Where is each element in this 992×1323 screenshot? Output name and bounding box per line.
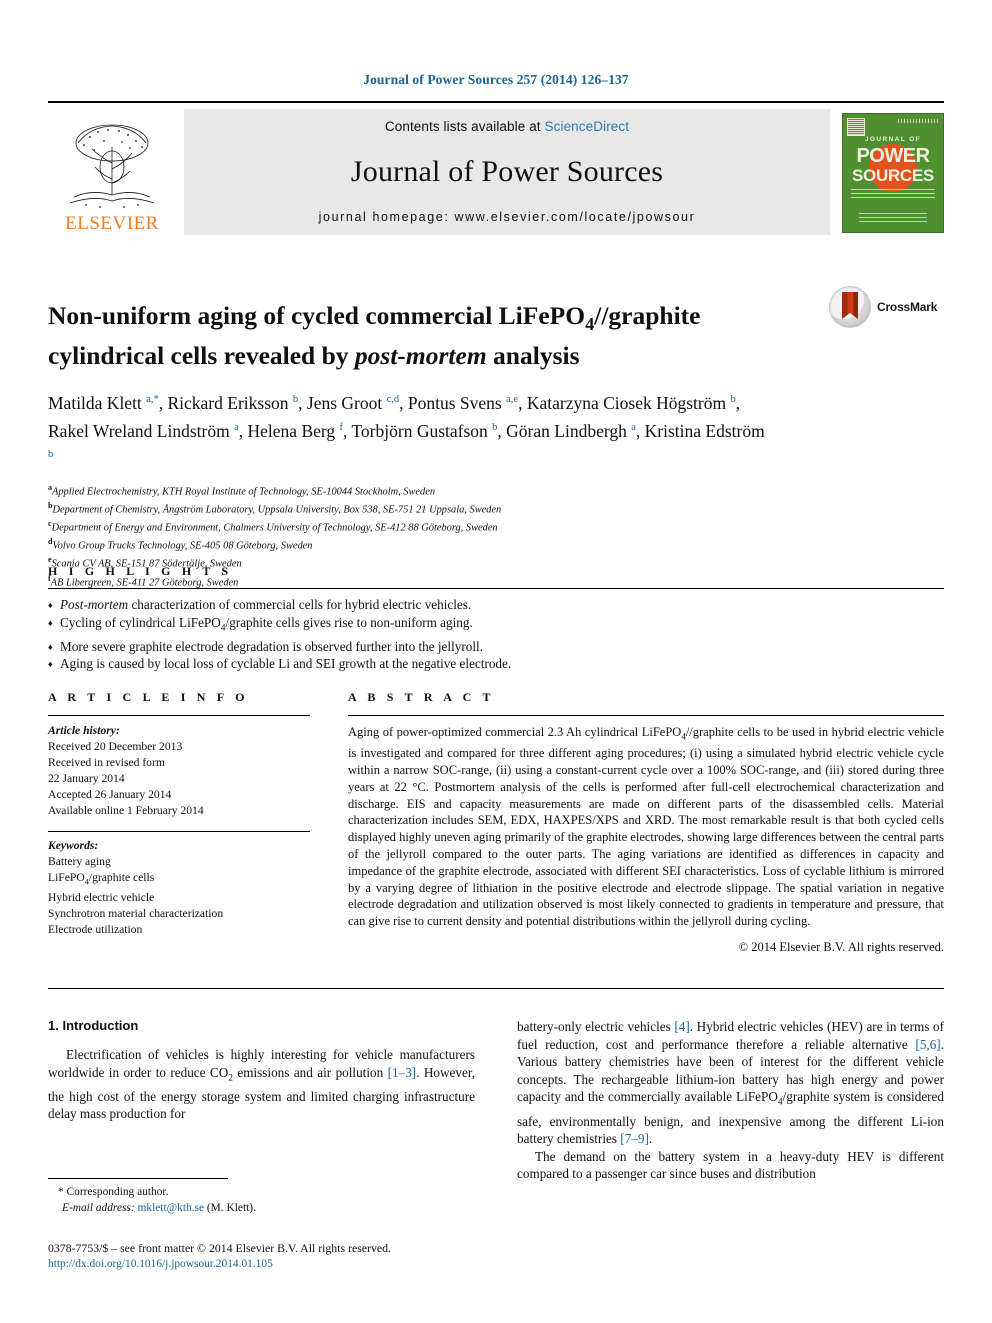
article-history-label: Article history:: [48, 724, 120, 737]
highlight-item: Aging is caused by local loss of cyclabl…: [48, 655, 944, 673]
footnote-block: * Corresponding author. E-mail address: …: [48, 1185, 475, 1216]
email-link[interactable]: mklett@kth.se: [138, 1202, 205, 1214]
masthead-center-panel: Contents lists available at ScienceDirec…: [184, 109, 830, 235]
cover-line-1: JOURNAL OF: [864, 136, 922, 143]
keywords-divider: [48, 831, 310, 832]
keyword-item: LiFePO4/graphite cells: [48, 871, 155, 887]
cover-barcode: [898, 119, 940, 123]
article-page: Journal of Power Sources 257 (2014) 126–…: [0, 0, 992, 1323]
intro-paragraph-left: Electrification of vehicles is highly in…: [48, 1047, 475, 1122]
article-info-label: A R T I C L E I N F O: [48, 690, 249, 704]
keyword-item: Synchrotron material characterization: [48, 907, 224, 921]
article-history-line: Received 20 December 2013: [48, 740, 183, 753]
highlight-item: More severe graphite electrode degradati…: [48, 638, 944, 656]
journal-cover-thumbnail: JOURNAL OF POWER SOURCES: [840, 109, 944, 235]
keyword-item: Battery aging: [48, 855, 111, 868]
body-column-left: 1. Introduction Electrification of vehic…: [48, 1018, 475, 1183]
page-title: Non-uniform aging of cycled commercial L…: [48, 300, 808, 371]
author-list: Matilda Klett a,*, Rickard Eriksson b, J…: [48, 393, 765, 460]
keywords-block: Keywords: Battery aging LiFePO4/graphite …: [48, 831, 310, 938]
contents-prefix: Contents lists available at: [384, 119, 545, 134]
keyword-item: Hybrid electric vehicle: [48, 891, 155, 905]
keyword-item: Electrode utilization: [48, 923, 143, 937]
body-column-right: battery-only electric vehicles [4]. Hybr…: [517, 1018, 944, 1183]
running-head: Journal of Power Sources 257 (2014) 126–…: [363, 72, 629, 87]
title-subscript: 4: [585, 314, 595, 335]
affiliation-item: bDepartment of Chemistry, Ångström Labor…: [48, 501, 502, 516]
title-part-3: cells revealed by: [170, 341, 355, 371]
cover-line-3: SOURCES: [852, 166, 934, 185]
journal-masthead: ELSEVIER Contents lists available at Sci…: [48, 101, 944, 235]
crossmark-label: CrossMark: [877, 300, 938, 314]
abstract-label: A B S T R A C T: [348, 690, 495, 704]
abstract-text: Aging of power-optimized commercial 2.3 …: [348, 725, 945, 929]
cover-elsevier-tree-icon: [847, 118, 865, 136]
elsevier-wordmark: ELSEVIER: [65, 213, 159, 234]
article-history-lines: Received 20 December 2013 Received in rev…: [48, 739, 310, 819]
affiliation-item: aApplied Electrochemistry, KTH Royal Ins…: [48, 483, 436, 498]
email-suffix: (M. Klett).: [206, 1201, 256, 1214]
doi-link[interactable]: http://dx.doi.org/10.1016/j.jpowsour.201…: [48, 1256, 508, 1272]
abstract-copyright: © 2014 Elsevier B.V. All rights reserved…: [738, 940, 944, 955]
article-info-column: A R T I C L E I N F O Article history: R…: [48, 690, 310, 955]
elsevier-tree-icon: [69, 124, 155, 208]
title-part-4: analysis: [486, 341, 580, 371]
body-top-divider: [48, 988, 944, 989]
article-history-line: Available online 1 February 2014: [48, 804, 204, 817]
sciencedirect-link[interactable]: ScienceDirect: [545, 119, 630, 134]
corresponding-author-note: * Corresponding author.: [58, 1186, 169, 1198]
contents-available-line: Contents lists available at ScienceDirec…: [385, 119, 629, 134]
highlights-divider: [48, 588, 944, 589]
article-info-divider: [48, 715, 310, 716]
article-header: CrossMark Non-uniform aging of cycled co…: [48, 283, 944, 590]
column-gap: [310, 690, 348, 955]
title-part-emphasis: post-mortem: [354, 341, 487, 371]
article-history-line: Received in revised form: [48, 756, 165, 769]
keywords-label: Keywords:: [48, 839, 99, 852]
highlight-item: Post-mortem characterization of commerci…: [48, 596, 944, 614]
highlights-label: H I G H L I G H T S: [48, 564, 233, 578]
highlights-list: Post-mortem characterization of commerci…: [48, 596, 944, 673]
highlight-item: Cycling of cylindrical LiFePO4/graphite …: [48, 614, 944, 638]
intro-paragraph-right-1: battery-only electric vehicles [4]. Hybr…: [517, 1019, 945, 1147]
article-history-block: Article history: Received 20 December 20…: [48, 723, 310, 819]
affiliation-item: cDepartment of Energy and Environment, C…: [48, 519, 498, 534]
article-history-line: Accepted 26 January 2014: [48, 788, 172, 801]
introduction-heading: 1. Introduction: [48, 1018, 139, 1033]
abstract-column: A B S T R A C T Aging of power-optimized…: [348, 690, 944, 955]
abstract-divider: [348, 715, 944, 716]
highlights-section: H I G H L I G H T S Post-mortem characte…: [48, 564, 944, 673]
elsevier-logo: ELSEVIER: [48, 109, 176, 235]
intro-paragraph-right-2: The demand on the battery system in a he…: [517, 1148, 944, 1182]
crossmark-icon: [829, 286, 871, 328]
journal-title: Journal of Power Sources: [350, 155, 664, 188]
journal-homepage-link[interactable]: journal homepage: www.elsevier.com/locat…: [319, 210, 696, 224]
crossmark-badge[interactable]: CrossMark: [829, 285, 941, 329]
title-part-1: Non-uniform aging of cycled commercial L…: [48, 301, 586, 331]
keywords-list: Battery aging LiFePO4/graphite cells Hybri…: [48, 854, 310, 938]
body-columns: 1. Introduction Electrification of vehic…: [48, 1018, 944, 1183]
cover-footer-text: [859, 213, 927, 222]
article-history-line: 22 January 2014: [48, 772, 125, 785]
footnote-divider: [48, 1178, 228, 1179]
info-abstract-row: A R T I C L E I N F O Article history: R…: [48, 690, 944, 955]
email-note: E-mail address: mklett@kth.se (M. Klett)…: [48, 1201, 475, 1217]
email-label: E-mail address:: [62, 1201, 135, 1214]
affiliation-item: dVolvo Group Trucks Technology, SE-405 0…: [48, 537, 313, 552]
issn-line: 0378-7753/$ – see front matter © 2014 El…: [48, 1241, 391, 1255]
issn-block: 0378-7753/$ – see front matter © 2014 El…: [48, 1240, 508, 1272]
cover-blurb-text: [851, 188, 935, 198]
cover-line-2: POWER: [856, 145, 930, 167]
